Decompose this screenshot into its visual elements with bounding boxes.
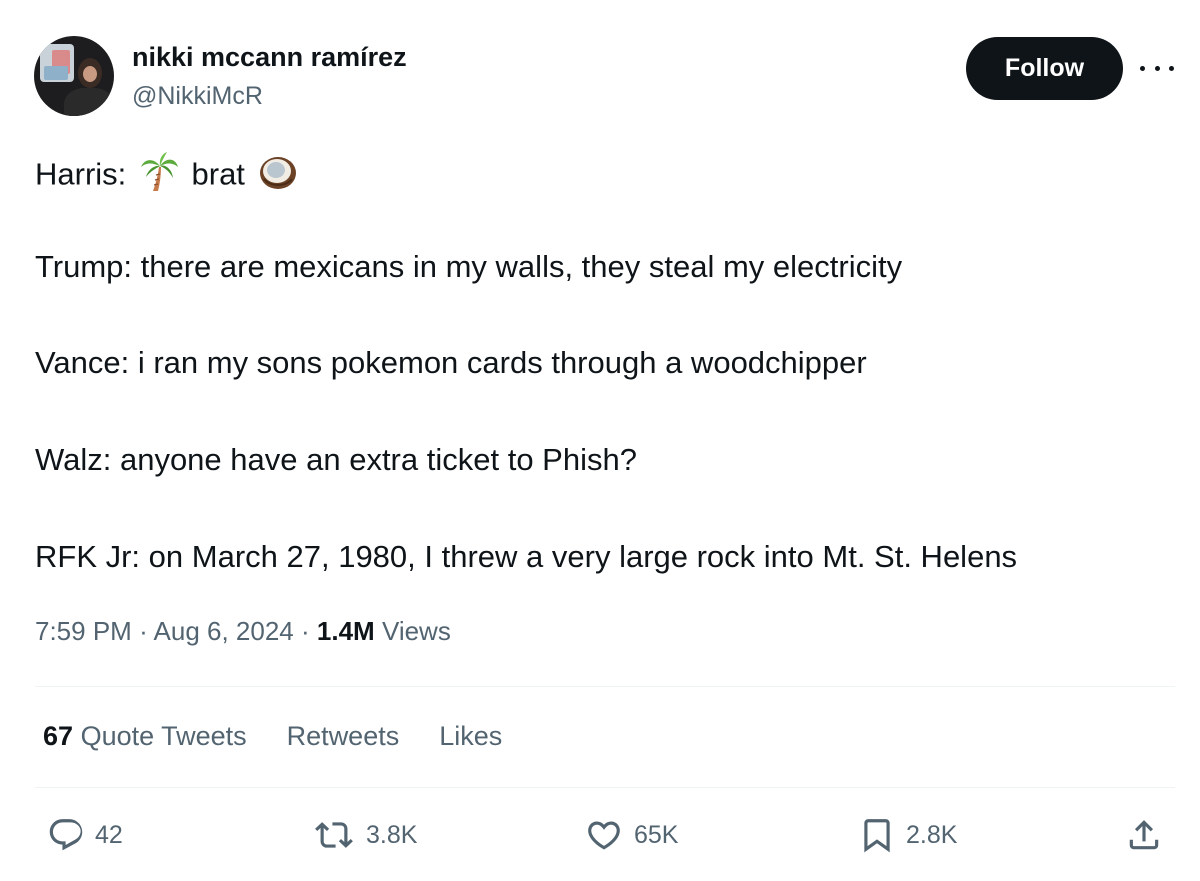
author-display-name[interactable]: nikki mccann ramírez bbox=[132, 40, 407, 74]
retweet-icon bbox=[312, 816, 356, 854]
tweet-line-prefix: Harris: bbox=[35, 156, 135, 192]
tweet: nikki mccann ramírez @NikkiMcR Follow Ha… bbox=[0, 0, 1200, 881]
views-label: Views bbox=[381, 616, 451, 646]
more-options-icon[interactable] bbox=[1140, 56, 1174, 80]
retweet-button[interactable]: 3.8K bbox=[312, 810, 417, 860]
reply-count: 42 bbox=[95, 820, 123, 849]
tweet-line-walz: Walz: anyone have an extra ticket to Phi… bbox=[35, 442, 637, 477]
bookmark-button[interactable]: 2.8K bbox=[858, 810, 957, 860]
coconut-icon bbox=[258, 153, 298, 200]
tweet-meta: 7:59 PM · Aug 6, 2024 · 1.4M Views bbox=[35, 614, 451, 648]
quote-label: Quote Tweets bbox=[80, 721, 247, 751]
like-button[interactable]: 65K bbox=[584, 810, 678, 860]
share-icon bbox=[1125, 816, 1163, 854]
retweet-count: 3.8K bbox=[366, 820, 418, 849]
tweet-date[interactable]: Aug 6, 2024 bbox=[154, 616, 294, 646]
tweet-line-middle: brat bbox=[182, 156, 254, 192]
divider bbox=[35, 787, 1175, 788]
quote-count: 67 bbox=[43, 721, 74, 751]
quote-tweets-link[interactable]: 67 Quote Tweets bbox=[43, 718, 247, 754]
follow-button[interactable]: Follow bbox=[966, 37, 1123, 100]
tweet-line-rfk: RFK Jr: on March 27, 1980, I threw a ver… bbox=[35, 539, 1018, 574]
reply-button[interactable]: 42 bbox=[47, 810, 123, 860]
bookmark-count: 2.8K bbox=[906, 820, 958, 849]
palm-tree-icon bbox=[139, 151, 179, 202]
avatar[interactable] bbox=[34, 36, 114, 116]
views-count: 1.4M bbox=[316, 616, 375, 646]
likes-link[interactable]: Likes bbox=[439, 718, 502, 754]
tweet-time[interactable]: 7:59 PM bbox=[35, 616, 132, 646]
engagement-stats: 67 Quote Tweets Retweets Likes bbox=[43, 718, 502, 754]
share-button[interactable] bbox=[1125, 810, 1163, 860]
like-count: 65K bbox=[634, 820, 679, 849]
meta-separator: · bbox=[139, 616, 148, 646]
divider bbox=[35, 686, 1175, 687]
retweets-link[interactable]: Retweets bbox=[287, 718, 400, 754]
bookmark-icon bbox=[858, 816, 896, 854]
tweet-line-vance: Vance: i ran my sons pokemon cards throu… bbox=[35, 345, 867, 380]
action-bar: 42 3.8K 65K 2.8K bbox=[0, 810, 1200, 860]
tweet-line-harris: Harris: brat bbox=[35, 151, 302, 202]
reply-icon bbox=[47, 816, 85, 854]
heart-icon bbox=[584, 816, 624, 854]
meta-separator: · bbox=[301, 616, 310, 646]
tweet-line-trump: Trump: there are mexicans in my walls, t… bbox=[35, 249, 903, 284]
author-handle[interactable]: @NikkiMcR bbox=[132, 80, 263, 112]
